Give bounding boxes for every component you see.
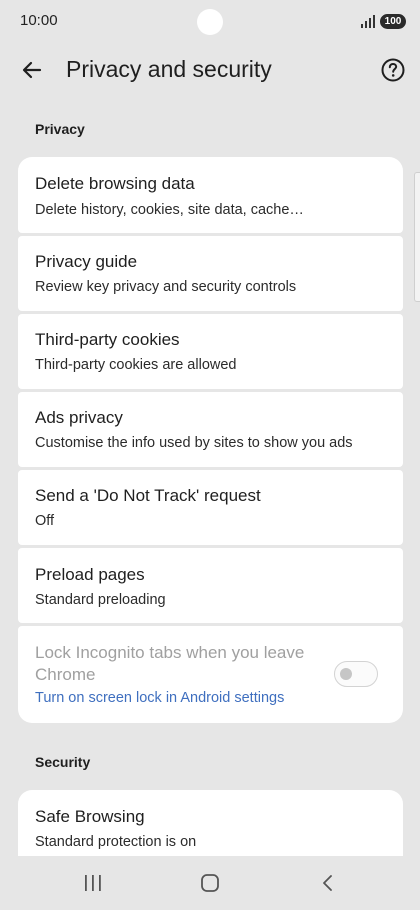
signal-icon (361, 15, 375, 28)
preload-pages-title: Preload pages (35, 565, 145, 584)
lock-incognito-title: Lock Incognito tabs when you leave Chrom… (35, 643, 305, 684)
section-header-privacy: Privacy (35, 121, 85, 137)
top-app-bar: Privacy and security (0, 48, 420, 92)
delete-browsing-data-summary: Delete history, cookies, site data, cach… (35, 202, 304, 218)
page-title: Privacy and security (66, 56, 272, 82)
scrollbar[interactable] (414, 172, 420, 302)
help-circle-icon (381, 58, 405, 82)
help-button[interactable] (380, 57, 406, 83)
section-header-security: Security (35, 754, 91, 770)
home-icon[interactable] (200, 873, 220, 893)
third-party-cookies-summary: Third-party cookies are allowed (35, 357, 237, 373)
lock-incognito-item: Lock Incognito tabs when you leave Chrom… (18, 626, 403, 723)
ads-privacy-summary: Customise the info used by sites to show… (35, 435, 353, 451)
do-not-track-item[interactable]: Send a 'Do Not Track' request Off (18, 470, 403, 545)
do-not-track-summary: Off (35, 513, 55, 529)
status-bar: 10:00 100 (0, 0, 420, 44)
ads-privacy-item[interactable]: Ads privacy Customise the info used by s… (18, 392, 403, 467)
preload-pages-item[interactable]: Preload pages Standard preloading (18, 548, 403, 623)
ads-privacy-title: Ads privacy (35, 408, 123, 427)
camera-cutout (197, 9, 223, 35)
privacy-guide-summary: Review key privacy and security controls (35, 279, 297, 295)
privacy-guide-item[interactable]: Privacy guide Review key privacy and sec… (18, 236, 403, 311)
status-time: 10:00 (20, 12, 58, 29)
toggle-thumb (340, 668, 352, 680)
back-button[interactable] (18, 56, 46, 84)
recents-icon[interactable] (83, 874, 103, 892)
privacy-guide-title: Privacy guide (35, 252, 138, 271)
chevron-left-icon[interactable] (320, 873, 336, 893)
preload-pages-summary: Standard preloading (35, 592, 166, 608)
do-not-track-title: Send a 'Do Not Track' request (35, 486, 261, 505)
delete-browsing-data-item[interactable]: Delete browsing data Delete history, coo… (18, 157, 403, 233)
arrow-back-icon (22, 61, 42, 79)
third-party-cookies-item[interactable]: Third-party cookies Third-party cookies … (18, 314, 403, 389)
third-party-cookies-title: Third-party cookies (35, 330, 180, 349)
lock-incognito-toggle (334, 661, 378, 687)
battery-indicator: 100 (380, 14, 406, 29)
delete-browsing-data-title: Delete browsing data (35, 174, 195, 193)
safe-browsing-title: Safe Browsing (35, 807, 145, 826)
navigation-bar (0, 856, 420, 910)
safe-browsing-item[interactable]: Safe Browsing Standard protection is on (18, 790, 403, 856)
safe-browsing-summary: Standard protection is on (35, 834, 197, 850)
screen-lock-settings-link[interactable]: Turn on screen lock in Android settings (35, 690, 284, 706)
